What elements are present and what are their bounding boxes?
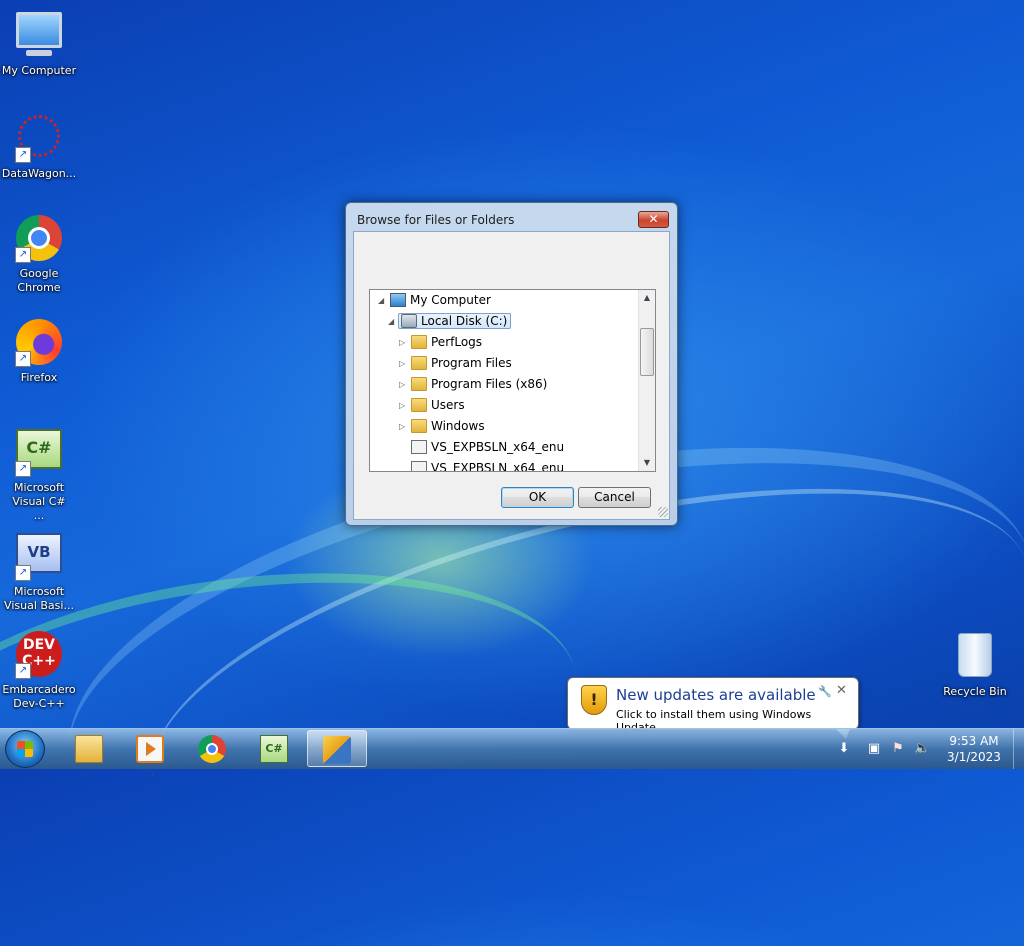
tree-item-file[interactable]: VS_EXPBSLN_x64_enu [409,458,564,471]
dialog-close-button[interactable]: ✕ [638,211,669,228]
collapsed-arrow-icon[interactable]: ▷ [399,416,409,437]
windows-logo-icon [17,741,33,757]
shortcut-arrow-icon: ↗ [15,147,31,163]
desktop-icon-datawagon[interactable]: ↗ DataWagon... [0,112,79,181]
taskbar-visual-csharp[interactable]: C# [245,730,303,767]
volume-tray-icon[interactable]: 🔈 [914,741,930,757]
scroll-down-arrow-icon[interactable]: ▼ [639,455,655,471]
wrench-options-icon[interactable]: 🔧 [818,685,832,698]
tree-vertical-scrollbar[interactable]: ▲ ▼ [638,290,655,471]
wallpaper-streak [0,532,597,918]
action-center-flag-icon[interactable]: ⚑ [890,741,906,757]
network-tray-icon[interactable]: ▣ [866,741,882,757]
folder-icon [411,376,427,391]
taskbar-setup-program[interactable] [307,730,367,767]
desktop-icon-firefox[interactable]: ↗ Firefox [0,318,79,385]
tree-item-program-files-x86[interactable]: ▷ Program Files (x86) [399,374,547,395]
collapsed-arrow-icon[interactable]: ▷ [399,332,409,353]
cancel-button[interactable]: Cancel [578,487,651,508]
desktop-icon-visual-basic[interactable]: VB ↗ Microsoft Visual Basi... [0,528,79,613]
warning-shield-icon: ! [581,685,607,715]
taskbar: C# ⬇ ▣ ⚑ 🔈 9:53 AM 3/1/2023 [0,728,1024,769]
computer-icon [390,292,406,307]
tree-item-my-computer[interactable]: ◢ My Computer [378,290,491,311]
media-player-icon [136,735,164,763]
folder-icon [411,418,427,433]
file-icon [411,439,427,454]
dialog-title: Browse for Files or Folders [357,213,515,227]
computer-icon [16,12,62,48]
disk-drive-icon [401,313,417,328]
desktop-icon-visual-csharp[interactable]: C# ↗ Microsoft Visual C# ... [0,424,79,523]
visual-csharp-icon: C# [260,735,288,763]
scrollbar-thumb[interactable] [640,328,654,376]
taskbar-google-chrome[interactable] [183,730,241,767]
folder-icon [411,397,427,412]
browse-dialog: Browse for Files or Folders ✕ ◢ My Comput… [345,202,678,526]
windows-update-tray-icon[interactable]: ⬇ [836,741,852,757]
folder-tree[interactable]: ◢ My Computer ◢ Local Disk (C:) ▷ PerfLogs … [369,289,656,472]
desktop-icon-my-computer[interactable]: My Computer [0,8,79,78]
desktop-icon-google-chrome[interactable]: ↗ Google Chrome [0,214,79,295]
clock-time: 9:53 AM [949,734,999,748]
tree-item-users[interactable]: ▷ Users [399,395,465,416]
notification-close-icon[interactable]: ✕ [836,683,847,698]
taskbar-windows-explorer[interactable] [60,730,118,767]
ok-button[interactable]: OK [501,487,574,508]
update-notification-balloon[interactable]: ! New updates are available Click to ins… [567,677,859,739]
shortcut-arrow-icon: ↗ [15,565,31,581]
shortcut-arrow-icon: ↗ [15,247,31,263]
shortcut-arrow-icon: ↗ [15,663,31,679]
shortcut-arrow-icon: ↗ [15,351,31,367]
shortcut-arrow-icon: ↗ [15,461,31,477]
desktop-icon-dev-cpp[interactable]: DEV C++ ↗ Embarcadero Dev-C++ [0,630,79,711]
show-desktop-button[interactable] [1013,729,1024,769]
system-clock[interactable]: 9:53 AM 3/1/2023 [934,733,1014,765]
resize-grip-icon[interactable] [658,507,668,517]
expanded-arrow-icon[interactable]: ◢ [378,290,388,311]
collapsed-arrow-icon[interactable]: ▷ [399,374,409,395]
tree-item-local-disk[interactable]: ◢ Local Disk (C:) [388,311,512,332]
chrome-icon [198,735,226,763]
start-button[interactable] [5,730,45,768]
desktop-icon-recycle-bin[interactable]: Recycle Bin [935,630,1015,699]
notification-title: New updates are available [616,686,816,704]
tree-item-perflogs[interactable]: ▷ PerfLogs [399,332,482,353]
scroll-up-arrow-icon[interactable]: ▲ [639,290,655,306]
folder-library-icon [75,735,103,763]
dialog-client-area: ◢ My Computer ◢ Local Disk (C:) ▷ PerfLogs … [353,231,670,520]
tree-item-program-files[interactable]: ▷ Program Files [399,353,512,374]
tree-item-windows[interactable]: ▷ Windows [399,416,485,437]
file-icon [411,460,427,471]
tree-item-file[interactable]: VS_EXPBSLN_x64_enu [409,437,564,458]
collapsed-arrow-icon[interactable]: ▷ [399,395,409,416]
setup-program-icon [323,736,351,764]
folder-icon [411,355,427,370]
taskbar-media-player[interactable] [121,730,179,767]
folder-icon [411,334,427,349]
clock-date: 3/1/2023 [947,750,1001,764]
expanded-arrow-icon[interactable]: ◢ [388,311,398,332]
close-icon: ✕ [648,212,659,226]
collapsed-arrow-icon[interactable]: ▷ [399,353,409,374]
recycle-bin-icon [958,633,992,677]
